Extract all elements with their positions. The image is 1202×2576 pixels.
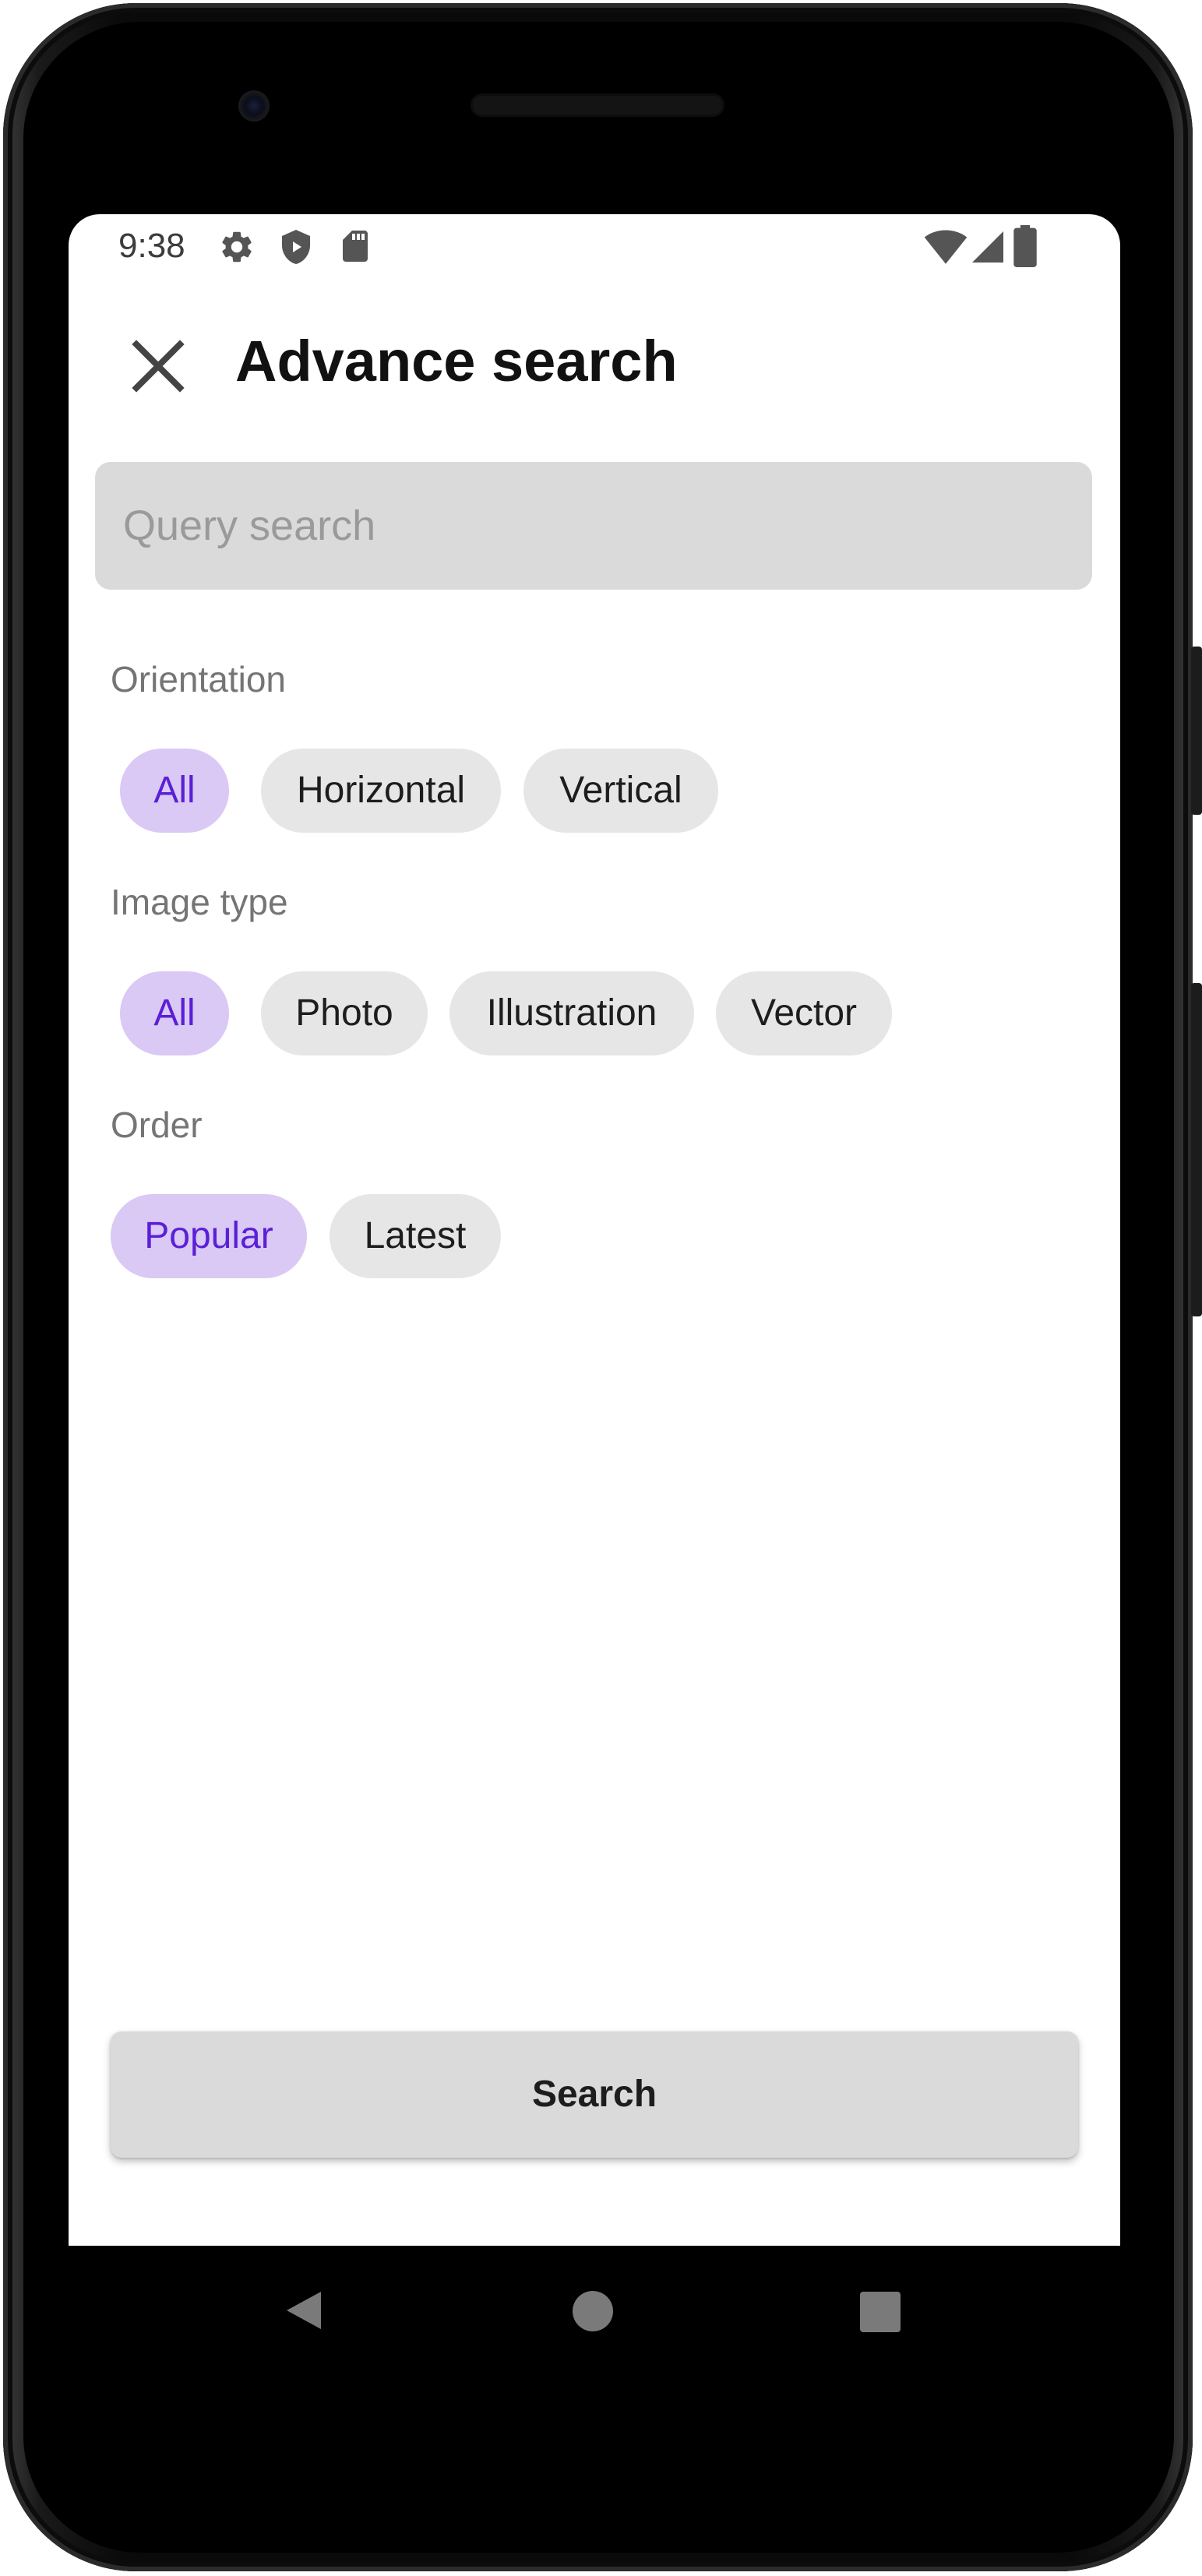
wifi-icon (924, 230, 968, 264)
shield-icon (282, 230, 310, 264)
image-type-chip-photo[interactable]: Photo (261, 971, 428, 1055)
settings-icon (222, 231, 252, 263)
back-icon[interactable] (280, 2287, 327, 2334)
signal-icon (972, 231, 1003, 263)
image-type-chip-vector[interactable]: Vector (716, 971, 892, 1055)
app-screen: 9:38 Advance search Orientation All Hori (69, 214, 1120, 2246)
orientation-chip-horizontal[interactable]: Horizontal (261, 749, 501, 833)
orientation-chip-vertical[interactable]: Vertical (523, 749, 718, 833)
front-camera (238, 90, 270, 122)
image-type-chip-all[interactable]: All (120, 971, 229, 1055)
sd-card-icon (343, 231, 368, 262)
orientation-label: Orientation (111, 659, 287, 700)
image-type-label: Image type (111, 882, 288, 922)
volume-button (1191, 983, 1202, 1316)
page-title: Advance search (235, 329, 678, 393)
status-time: 9:38 (118, 227, 185, 265)
status-bar: 9:38 (69, 214, 1120, 280)
search-button[interactable]: Search (111, 2032, 1078, 2158)
order-label: Order (111, 1105, 203, 1145)
image-type-chip-illustration[interactable]: Illustration (449, 971, 694, 1055)
close-icon (132, 340, 185, 393)
order-chip-popular[interactable]: Popular (111, 1194, 307, 1278)
close-button[interactable] (115, 323, 201, 409)
query-search-input[interactable] (95, 462, 1092, 590)
power-button (1191, 647, 1202, 815)
recents-icon[interactable] (860, 2292, 901, 2332)
earpiece-speaker (471, 93, 724, 117)
home-icon[interactable] (572, 2290, 614, 2332)
battery-icon (1013, 225, 1037, 267)
order-chip-latest[interactable]: Latest (330, 1194, 501, 1278)
orientation-chip-all[interactable]: All (120, 749, 229, 833)
